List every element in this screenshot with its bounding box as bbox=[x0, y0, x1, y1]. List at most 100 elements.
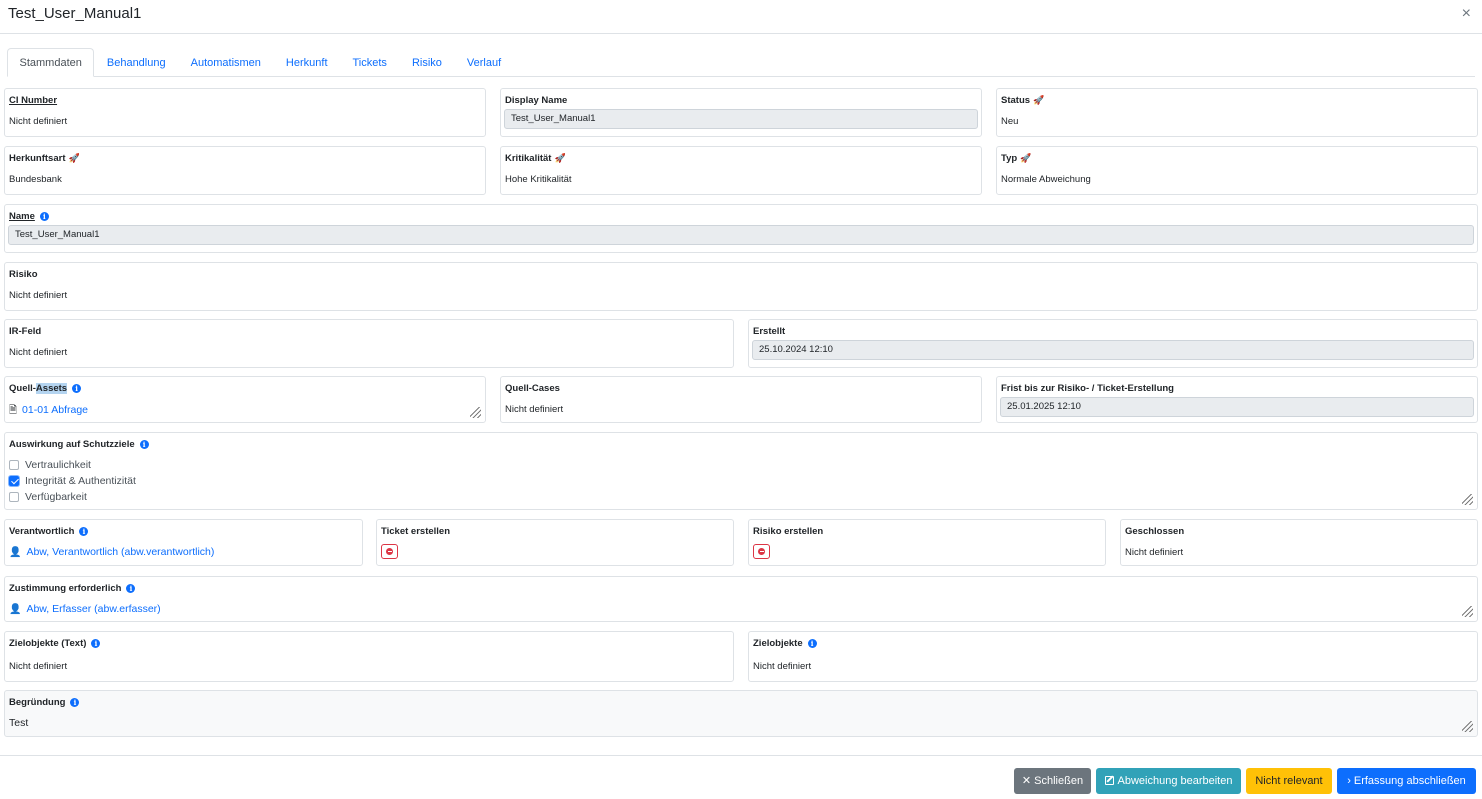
typ-value: Normale Abweichung bbox=[1001, 174, 1091, 185]
frist-label: Frist bis zur Risiko- / Ticket-Erstellun… bbox=[1001, 383, 1174, 394]
ir-feld-label: IR-Feld bbox=[9, 326, 42, 337]
checkbox-verfuegbarkeit[interactable] bbox=[9, 492, 19, 502]
geschlossen-label: Geschlossen bbox=[1125, 526, 1185, 537]
rocket-icon: 🚀 bbox=[1033, 95, 1045, 105]
risiko-erstellen-toggle[interactable] bbox=[753, 544, 770, 559]
kritikalitaet-value: Hohe Kritikalität bbox=[505, 174, 572, 185]
close-icon[interactable]: × bbox=[1462, 6, 1471, 22]
schutzziele-card: Auswirkung auf Schutzziele i Vertraulichk… bbox=[4, 432, 1478, 510]
checkbox-label: Vertraulichkeit bbox=[25, 459, 91, 471]
user-icon: 👤 bbox=[9, 604, 22, 615]
info-icon[interactable]: i bbox=[70, 698, 80, 707]
quell-assets-label: Quell-Assets i bbox=[9, 383, 82, 394]
tab-automatismen[interactable]: Automatismen bbox=[178, 48, 273, 77]
rocket-icon: 🚀 bbox=[1020, 153, 1032, 163]
name-card: Name i Test_User_Manual1 bbox=[4, 204, 1478, 253]
checkbox-label: Integrität & Authentizität bbox=[25, 475, 136, 487]
info-icon[interactable]: i bbox=[39, 212, 49, 221]
minus-circle-icon bbox=[758, 548, 765, 555]
info-icon[interactable]: i bbox=[91, 639, 101, 648]
checkbox-integritaet[interactable] bbox=[9, 476, 19, 486]
zielobjekte-card: Zielobjekte i Nicht definiert bbox=[748, 631, 1478, 682]
zielobjekte-text-card: Zielobjekte (Text) i Nicht definiert bbox=[4, 631, 734, 682]
resize-handle[interactable] bbox=[1462, 721, 1473, 732]
checkbox-vertraulichkeit[interactable] bbox=[9, 460, 19, 470]
resize-handle[interactable] bbox=[1462, 494, 1473, 505]
user-icon: 👤 bbox=[9, 547, 22, 558]
frist-card: Frist bis zur Risiko- / Ticket-Erstellun… bbox=[996, 376, 1478, 423]
rocket-icon: 🚀 bbox=[68, 153, 80, 163]
herkunftsart-value: Bundesbank bbox=[9, 174, 62, 185]
not-relevant-button[interactable]: Nicht relevant bbox=[1246, 768, 1332, 794]
zustimmung-card: Zustimmung erforderlich i 👤 Abw, Erfasser … bbox=[4, 576, 1478, 622]
info-icon[interactable]: i bbox=[72, 384, 82, 393]
ticket-erstellen-card: Ticket erstellen bbox=[376, 519, 734, 566]
zielobjekte-text-label: Zielobjekte (Text) i bbox=[9, 638, 101, 649]
schutzziele-label: Auswirkung auf Schutzziele i bbox=[9, 439, 149, 450]
status-label: Status 🚀 bbox=[1001, 95, 1045, 106]
tab-behandlung[interactable]: Behandlung bbox=[94, 48, 178, 77]
ci-number-value: Nicht definiert bbox=[9, 116, 68, 127]
name-label: Name i bbox=[9, 211, 49, 222]
tab-stammdaten[interactable]: Stammdaten bbox=[7, 48, 95, 77]
geschlossen-card: Geschlossen Nicht definiert bbox=[1120, 519, 1478, 566]
tab-herkunft[interactable]: Herkunft bbox=[273, 48, 340, 77]
display-name-card: Display Name Test_User_Manual1 bbox=[500, 88, 982, 137]
quell-cases-value: Nicht definiert bbox=[505, 404, 564, 415]
typ-card: Typ 🚀 Normale Abweichung bbox=[996, 146, 1478, 195]
quell-assets-card: Quell-Assets i 🗎 01-01 Abfrage bbox=[4, 376, 486, 423]
zielobjekte-text-value: Nicht definiert bbox=[9, 661, 68, 672]
ci-number-card: CI Number Nicht definiert bbox=[4, 88, 486, 137]
info-icon[interactable]: i bbox=[139, 440, 149, 449]
risiko-erstellen-label: Risiko erstellen bbox=[753, 526, 824, 537]
rocket-icon: 🚀 bbox=[554, 153, 566, 163]
ci-number-label: CI Number bbox=[9, 95, 58, 106]
ir-feld-card: IR-Feld Nicht definiert bbox=[4, 319, 734, 368]
edit-icon bbox=[1104, 776, 1114, 785]
typ-label: Typ 🚀 bbox=[1001, 153, 1032, 164]
checkbox-label: Verfügbarkeit bbox=[25, 491, 87, 503]
erstellt-label: Erstellt bbox=[753, 326, 786, 337]
info-icon[interactable]: i bbox=[79, 527, 89, 536]
info-icon[interactable]: i bbox=[126, 584, 136, 593]
x-icon: ✕ bbox=[1021, 775, 1032, 787]
edit-button[interactable]: Abweichung bearbeiten bbox=[1096, 768, 1241, 794]
quell-asset-link[interactable]: 🗎 01-01 Abfrage bbox=[9, 403, 88, 420]
tab-verlauf[interactable]: Verlauf bbox=[454, 48, 513, 77]
zustimmung-link[interactable]: 👤 Abw, Erfasser (abw.erfasser) bbox=[9, 603, 161, 615]
ticket-erstellen-toggle[interactable] bbox=[381, 544, 398, 559]
verantwortlich-card: Verantwortlich i 👤 Abw, Verantwortlich (ab… bbox=[4, 519, 363, 566]
chevron-right-icon: › bbox=[1347, 775, 1351, 787]
tab-tickets[interactable]: Tickets bbox=[340, 48, 399, 77]
risiko-card: Risiko Nicht definiert bbox=[4, 262, 1478, 311]
kritikalitaet-label: Kritikalität 🚀 bbox=[505, 153, 566, 164]
ticket-erstellen-label: Ticket erstellen bbox=[381, 526, 451, 537]
close-button[interactable]: ✕ Schließen bbox=[1014, 768, 1091, 794]
finish-button[interactable]: › Erfassung abschließen bbox=[1337, 768, 1476, 794]
verantwortlich-label: Verantwortlich i bbox=[9, 526, 89, 537]
modal-footer: ✕ Schließen Abweichung bearbeiten Nicht r… bbox=[0, 755, 1482, 799]
tab-risiko[interactable]: Risiko bbox=[399, 48, 454, 77]
checkbox-integritaet-row[interactable]: Integrität & Authentizität bbox=[9, 475, 136, 487]
risiko-label: Risiko bbox=[9, 269, 38, 280]
resize-handle[interactable] bbox=[1462, 606, 1473, 617]
risiko-value: Nicht definiert bbox=[9, 290, 68, 301]
risiko-erstellen-card: Risiko erstellen bbox=[748, 519, 1106, 566]
tab-bar: Stammdaten Behandlung Automatismen Herku… bbox=[7, 48, 1475, 77]
verantwortlich-link[interactable]: 👤 Abw, Verantwortlich (abw.verantwortlich… bbox=[9, 546, 214, 558]
erstellt-card: Erstellt 25.10.2024 12:10 bbox=[748, 319, 1478, 368]
status-value: Neu bbox=[1001, 116, 1019, 127]
info-icon[interactable]: i bbox=[807, 639, 817, 648]
checkbox-verfuegbarkeit-row[interactable]: Verfügbarkeit bbox=[9, 491, 87, 503]
quell-cases-label: Quell-Cases bbox=[505, 383, 560, 394]
display-name-field: Test_User_Manual1 bbox=[504, 109, 978, 129]
erstellt-field: 25.10.2024 12:10 bbox=[752, 340, 1474, 360]
begruendung-value: Test bbox=[9, 717, 29, 729]
geschlossen-value: Nicht definiert bbox=[1125, 547, 1184, 558]
checkbox-vertraulichkeit-row[interactable]: Vertraulichkeit bbox=[9, 459, 91, 471]
modal-header: Test_User_Manual1 × bbox=[0, 0, 1482, 34]
frist-field: 25.01.2025 12:10 bbox=[1000, 397, 1474, 417]
herkunftsart-card: Herkunftsart 🚀 Bundesbank bbox=[4, 146, 486, 195]
resize-handle[interactable] bbox=[470, 407, 481, 418]
name-field: Test_User_Manual1 bbox=[8, 225, 1474, 245]
